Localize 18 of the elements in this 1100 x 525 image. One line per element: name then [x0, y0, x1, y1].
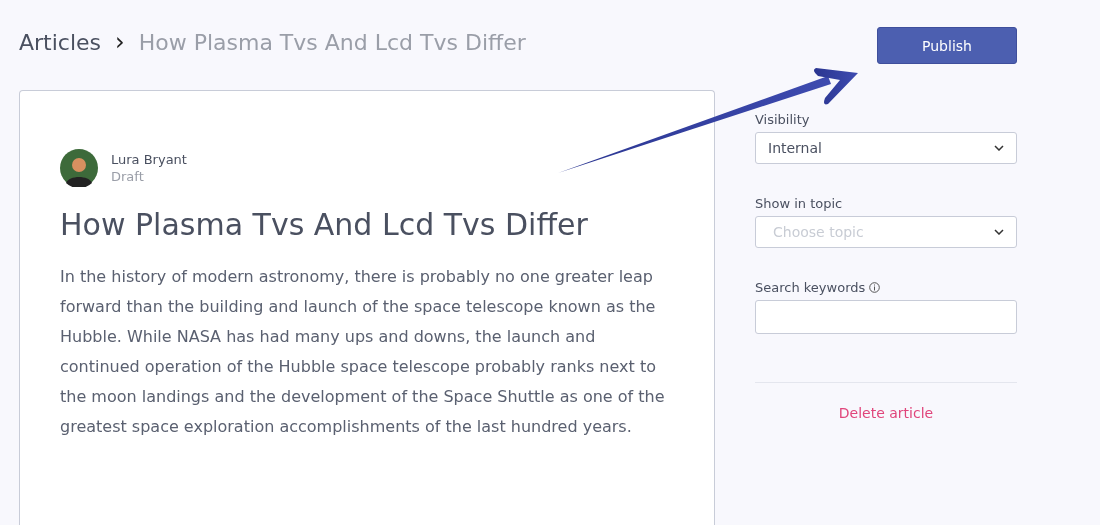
avatar-icon — [60, 149, 98, 187]
article-title: How Plasma Tvs And Lcd Tvs Differ — [60, 207, 589, 242]
breadcrumb-current: How Plasma Tvs And Lcd Tvs Differ — [138, 29, 526, 55]
article-body: In the history of modern astronomy, there is probably no one greater leap forward than the building and launch of the space telescope known as the Hubble. While NASA has had many ups and downs, the launch and continued operation of the Hubble space telescope probably ranks next to the moon landings and the development of the Space Shuttle as one of the greatest space exploration accomplishments of the last hundred years. — [60, 266, 666, 438]
field-label: Visibility — [755, 112, 810, 127]
input-field[interactable] — [755, 300, 1017, 334]
field-label: Search keywords — [755, 280, 866, 295]
publish-button[interactable]: Publish — [877, 27, 1017, 64]
chevron-down-icon — [994, 145, 1004, 151]
article-status: Draft — [111, 169, 145, 184]
breadcrumb-link[interactable]: Articles — [19, 29, 102, 55]
author-name: Lura Bryant — [111, 152, 187, 167]
chevron-down-icon — [994, 229, 1004, 235]
field-label: Show in topic — [755, 196, 843, 211]
select-field[interactable]: Internal — [755, 132, 1017, 164]
breadcrumb-separator: › — [115, 28, 125, 56]
select-value: Internal — [768, 140, 822, 156]
delete-link[interactable]: Delete article — [838, 405, 934, 421]
